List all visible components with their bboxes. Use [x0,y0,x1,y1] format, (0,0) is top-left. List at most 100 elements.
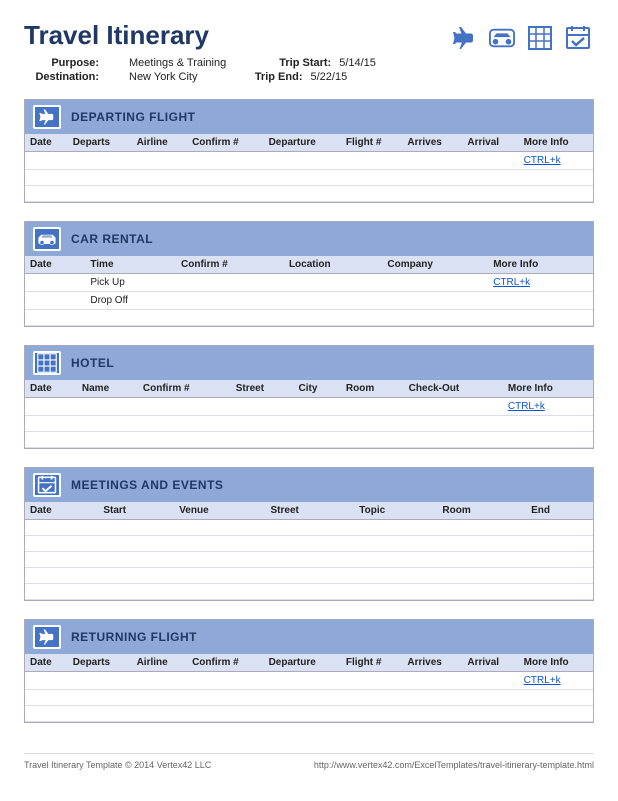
meeting-header-icon [562,24,594,52]
hotel-ctrl-link[interactable]: CTRL+k [508,401,545,412]
col-confirm: Confirm # [187,134,264,152]
col-arrives: Arrives [402,134,462,152]
table-row [25,520,593,536]
table-row [25,432,593,448]
col-arrival: Arrival [462,654,518,672]
footer-right: http://www.vertex42.com/ExcelTemplates/t… [314,760,594,770]
returning-flight-header-row: Date Departs Airline Confirm # Departure… [25,654,593,672]
table-row: Pick Up CTRL+k [25,274,593,292]
table-row [25,706,593,722]
hotel-icon [33,351,61,375]
meetings-section: MEETINGS AND EVENTS Date Start Venue Str… [24,467,594,601]
returning-ctrl-link[interactable]: CTRL+k [524,675,561,686]
col-street: Street [266,502,355,520]
returning-flight-header: RETURNING FLIGHT [25,620,593,654]
meetings-icon [33,473,61,497]
returning-flight-section: RETURNING FLIGHT Date Departs Airline Co… [24,619,594,723]
hotel-header-row: Date Name Confirm # Street City Room Che… [25,380,593,398]
table-row [25,568,593,584]
col-arrives: Arrives [402,654,462,672]
meetings-title: MEETINGS AND EVENTS [71,478,223,492]
page-footer: Travel Itinerary Template © 2014 Vertex4… [24,753,594,770]
destination-label: Destination: [24,71,99,83]
col-checkout: Check-Out [404,380,503,398]
hotel-header: HOTEL [25,346,593,380]
returning-flight-icon [33,625,61,649]
table-row: CTRL+k [25,398,593,416]
table-row: CTRL+k [25,672,593,690]
col-date: Date [25,134,68,152]
plane-header-icon [448,24,480,52]
col-confirm: Confirm # [138,380,231,398]
car-ctrl-link[interactable]: CTRL+k [493,277,530,288]
meta-destination-row: Destination: New York City Trip End: 5/2… [24,71,376,83]
col-airline: Airline [132,134,188,152]
trip-end-group: Trip End: 5/22/15 [227,71,347,83]
hotel-header-icon [524,24,556,52]
car-header-icon [486,24,518,52]
header-icons [448,24,594,52]
col-departure: Departure [264,654,341,672]
pickup-label: Pick Up [90,277,124,288]
table-row [25,584,593,600]
trip-start-label: Trip Start: [256,57,331,69]
meta-purpose-row: Purpose: Meetings & Training Trip Start:… [24,57,376,69]
table-row: CTRL+k [25,152,593,170]
purpose-label: Purpose: [24,57,99,69]
meetings-header: MEETINGS AND EVENTS [25,468,593,502]
returning-flight-table: Date Departs Airline Confirm # Departure… [25,654,593,722]
hotel-section: HOTEL Date Name Confirm # Street City Ro… [24,345,594,449]
col-flight: Flight # [341,134,403,152]
page-title: Travel Itinerary [24,20,376,51]
col-location: Location [284,256,382,274]
col-departs: Departs [68,134,132,152]
col-venue: Venue [174,502,265,520]
car-rental-icon [33,227,61,251]
col-start: Start [98,502,174,520]
table-row [25,416,593,432]
col-moreinfo: More Info [519,134,593,152]
car-rental-section: CAR RENTAL Date Time Confirm # Location … [24,221,594,327]
meetings-header-row: Date Start Venue Street Topic Room End [25,502,593,520]
table-row [25,690,593,706]
col-topic: Topic [354,502,437,520]
trip-end-label: Trip End: [227,71,302,83]
col-confirm: Confirm # [187,654,264,672]
departing-flight-section: DEPARTING FLIGHT Date Departs Airline Co… [24,99,594,203]
hotel-title: HOTEL [71,356,114,370]
table-row [25,552,593,568]
table-row [25,310,593,326]
col-name: Name [77,380,138,398]
footer-left: Travel Itinerary Template © 2014 Vertex4… [24,760,211,770]
col-arrival: Arrival [462,134,518,152]
table-row: Drop Off [25,292,593,310]
purpose-value: Meetings & Training [129,57,226,69]
col-city: City [294,380,341,398]
departing-ctrl-link[interactable]: CTRL+k [524,155,561,166]
table-row [25,170,593,186]
trip-end-value: 5/22/15 [310,71,347,83]
col-time: Time [85,256,176,274]
col-room: Room [437,502,526,520]
car-rental-table: Date Time Confirm # Location Company Mor… [25,256,593,326]
col-street: Street [231,380,294,398]
dropoff-label: Drop Off [90,295,128,306]
page-header: Travel Itinerary Purpose: Meetings & Tra… [24,20,594,85]
trip-start-group: Trip Start: 5/14/15 [256,57,376,69]
col-departure: Departure [264,134,341,152]
trip-start-value: 5/14/15 [339,57,376,69]
header-meta: Purpose: Meetings & Training Trip Start:… [24,57,376,83]
col-end: End [526,502,593,520]
departing-flight-header: DEPARTING FLIGHT [25,100,593,134]
departing-flight-icon [33,105,61,129]
col-date: Date [25,256,85,274]
departing-flight-title: DEPARTING FLIGHT [71,110,195,124]
car-rental-header-row: Date Time Confirm # Location Company Mor… [25,256,593,274]
car-rental-header: CAR RENTAL [25,222,593,256]
car-rental-title: CAR RENTAL [71,232,153,246]
departing-flight-header-row: Date Departs Airline Confirm # Departure… [25,134,593,152]
col-company: Company [382,256,488,274]
col-date: Date [25,502,98,520]
col-room: Room [341,380,404,398]
col-flight: Flight # [341,654,403,672]
